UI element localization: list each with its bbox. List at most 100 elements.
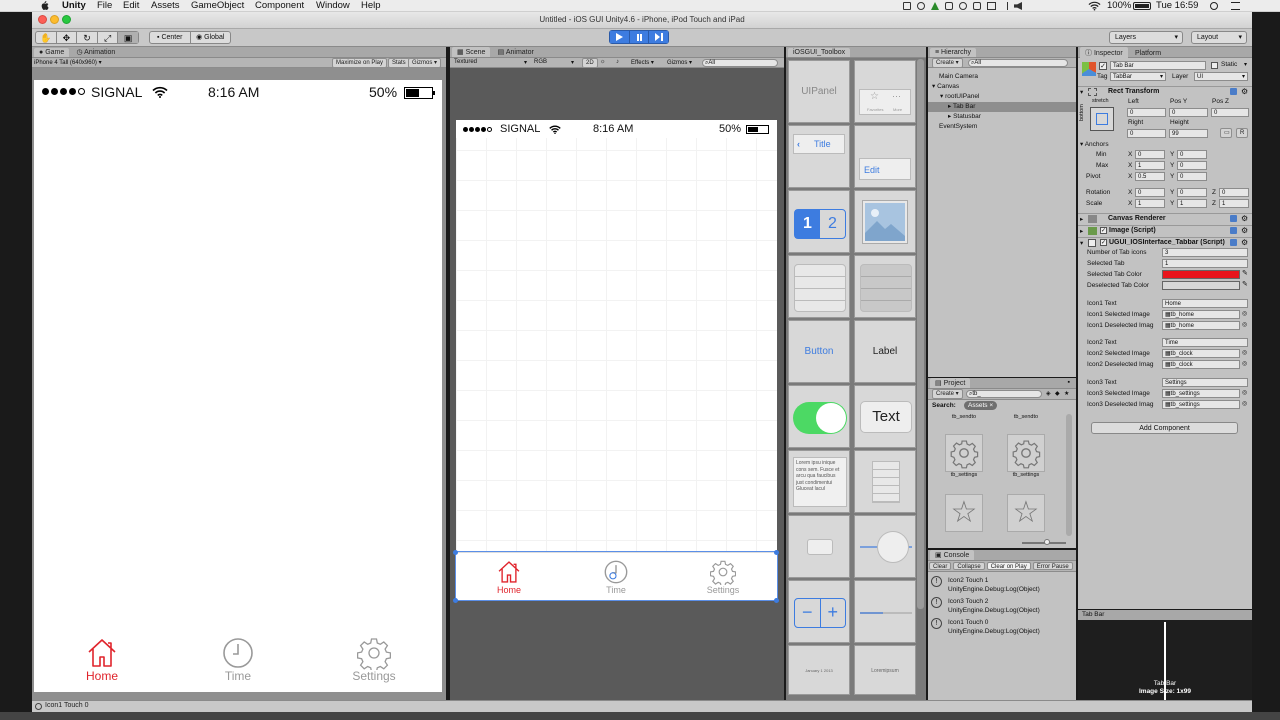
- object-picker-icon[interactable]: ◎: [1242, 310, 1247, 317]
- hierarchy-item[interactable]: ▸ Statusbar: [928, 112, 1076, 122]
- selected-tab-input[interactable]: 1: [1162, 259, 1248, 268]
- min-y-input[interactable]: 0: [1177, 150, 1207, 159]
- status-message[interactable]: Icon1 Touch 0: [39, 702, 88, 709]
- help-icon[interactable]: [1230, 227, 1237, 234]
- gizmos-dropdown[interactable]: Gizmos ▾: [408, 58, 442, 68]
- hierarchy-item[interactable]: Main Camera: [928, 72, 1076, 82]
- scene-canvas[interactable]: SIGNAL 8:16 AM 50% Home Time Settings: [453, 120, 779, 603]
- log-entry[interactable]: ! Icon1 Touch 0 UnityEngine.Debug:Log(Obj…: [928, 617, 1076, 638]
- menu-component[interactable]: Component: [255, 0, 304, 12]
- tab-scene[interactable]: ▦ Scene: [452, 47, 491, 57]
- layers-dropdown[interactable]: Layers ▾: [1109, 31, 1183, 44]
- icon1-deselected-field[interactable]: ▦tb_home: [1162, 321, 1240, 330]
- project-scrollbar[interactable]: [1066, 414, 1072, 536]
- menu-assets[interactable]: Assets: [151, 0, 180, 12]
- status-icon[interactable]: [959, 2, 967, 10]
- toolbox-datepicker[interactable]: January 1 2013: [788, 645, 850, 695]
- tag-dropdown[interactable]: TabBar ▾: [1110, 72, 1166, 81]
- toolbox-checkbox[interactable]: [788, 515, 850, 578]
- audio-icon[interactable]: ♪: [616, 59, 619, 65]
- canvas-renderer-header[interactable]: ▸ Canvas Renderer ⚙: [1078, 213, 1252, 224]
- rect-tool-icon[interactable]: ▣: [118, 32, 138, 43]
- asset-item[interactable]: tb_settings: [944, 434, 984, 478]
- toolbox-grouped-table[interactable]: [854, 255, 916, 318]
- icon3-deselected-field[interactable]: ▦tb_settings: [1162, 400, 1240, 409]
- tabbar-script-header[interactable]: ▾ ✓ UGUI_IOSInterface_Tabbar (Script) ⚙: [1078, 237, 1252, 248]
- move-tool-icon[interactable]: ✥: [57, 32, 78, 43]
- object-picker-icon[interactable]: ◎: [1242, 321, 1247, 328]
- console-clear-button[interactable]: Clear: [929, 562, 952, 570]
- spotlight-icon[interactable]: [1210, 2, 1218, 10]
- menu-file[interactable]: File: [97, 0, 112, 12]
- lock-icon[interactable]: ▪: [1068, 379, 1070, 386]
- left-input[interactable]: 0: [1127, 108, 1166, 117]
- log-entry[interactable]: ! Icon2 Touch 1 UnityEngine.Debug:Log(Obj…: [928, 575, 1076, 596]
- anchors-foldout[interactable]: ▾ Anchors: [1080, 140, 1109, 148]
- toolbox-scrollview[interactable]: [854, 450, 916, 513]
- toolbox-scrollbar[interactable]: [917, 59, 924, 609]
- play-button[interactable]: [610, 31, 630, 43]
- scene-search-input[interactable]: ⌕All: [702, 59, 778, 67]
- gameobject-name-input[interactable]: Tab Bar: [1110, 61, 1206, 70]
- toolbox-slider[interactable]: [854, 515, 916, 578]
- airplay-icon[interactable]: [987, 2, 996, 10]
- toolbox-image[interactable]: [854, 190, 916, 253]
- height-input[interactable]: 99: [1169, 129, 1208, 138]
- toolbox-tableview[interactable]: [788, 255, 850, 318]
- stats-toggle[interactable]: Stats: [388, 58, 410, 68]
- step-button[interactable]: [649, 31, 669, 43]
- scale-z-input[interactable]: 1: [1219, 199, 1249, 208]
- asset-item[interactable]: tb_sendto: [1006, 414, 1046, 420]
- icon3-selected-field[interactable]: ▦tb_settings: [1162, 389, 1240, 398]
- toolbox-stepper[interactable]: − +: [788, 580, 850, 643]
- favorite-filter-icon[interactable]: ★: [1064, 390, 1069, 397]
- toolbox-switch[interactable]: [788, 385, 850, 448]
- lighting-icon[interactable]: ☼: [600, 59, 606, 65]
- active-checkbox[interactable]: ✓: [1099, 62, 1107, 70]
- 2d-toggle[interactable]: 2D: [582, 58, 598, 68]
- hand-tool-icon[interactable]: ✋: [36, 32, 57, 43]
- menu-help[interactable]: Help: [361, 0, 381, 12]
- asset-item[interactable]: tb_settings: [1006, 434, 1046, 478]
- project-search-input[interactable]: ⌕tb_: [966, 390, 1042, 398]
- preview-header[interactable]: Tab Bar: [1078, 610, 1252, 620]
- static-arrow-icon[interactable]: ▾: [1244, 61, 1247, 68]
- component-settings-gear-icon[interactable]: ⚙: [1241, 87, 1248, 96]
- hierarchy-item-selected[interactable]: ▸ Tab Bar: [928, 102, 1076, 112]
- object-picker-icon[interactable]: ◎: [1242, 400, 1247, 407]
- console-collapse-button[interactable]: Collapse: [953, 562, 985, 570]
- pivot-y-input[interactable]: 0: [1177, 172, 1207, 181]
- console-clear-on-play-toggle[interactable]: Clear on Play: [986, 562, 1031, 570]
- status-icon[interactable]: [903, 2, 911, 10]
- posy-input[interactable]: 0: [1169, 108, 1208, 117]
- toolbox-edit[interactable]: Edit: [854, 125, 916, 188]
- rotation-z-input[interactable]: 0: [1219, 188, 1249, 197]
- status-icon[interactable]: [917, 2, 925, 10]
- icon1-text-input[interactable]: Home: [1162, 299, 1248, 308]
- status-icon[interactable]: [931, 2, 939, 10]
- collapsed-arrow-icon[interactable]: ▸: [948, 113, 951, 120]
- clock[interactable]: Tue 16:59: [1156, 0, 1198, 12]
- help-icon[interactable]: [1230, 215, 1237, 222]
- pivot-x-input[interactable]: 0.5: [1135, 172, 1165, 181]
- scale-y-input[interactable]: 1: [1177, 199, 1207, 208]
- tab-game[interactable]: ● Game: [34, 48, 70, 57]
- asset-item[interactable]: tb_sendto: [944, 414, 984, 420]
- hierarchy-search-input[interactable]: ⌕All: [968, 59, 1068, 67]
- hierarchy-item[interactable]: EventSystem: [928, 122, 1076, 132]
- icon2-deselected-field[interactable]: ▦tb_clock: [1162, 360, 1240, 369]
- notification-icon[interactable]: [1231, 2, 1240, 10]
- filter-type-icon[interactable]: ◈: [1046, 390, 1051, 397]
- icon1-selected-field[interactable]: ▦tb_home: [1162, 310, 1240, 319]
- rotate-tool-icon[interactable]: ↻: [77, 32, 98, 43]
- script-enabled-checkbox[interactable]: ✓: [1100, 239, 1107, 246]
- anchor-presets-button[interactable]: [1090, 107, 1114, 131]
- collapsed-arrow-icon[interactable]: ▸: [948, 103, 951, 110]
- toolbox-tabbar[interactable]: ☆ ⋯ Favorites More: [854, 60, 916, 123]
- toolbox-textview[interactable]: Lorem ipsu inique cons sem. Fusce et arc…: [788, 450, 850, 513]
- toolbox-progress[interactable]: [854, 580, 916, 643]
- image-enabled-checkbox[interactable]: ✓: [1100, 227, 1107, 234]
- raw-edit-button[interactable]: R: [1236, 128, 1248, 138]
- status-icon[interactable]: [973, 2, 981, 10]
- object-picker-icon[interactable]: ◎: [1242, 389, 1247, 396]
